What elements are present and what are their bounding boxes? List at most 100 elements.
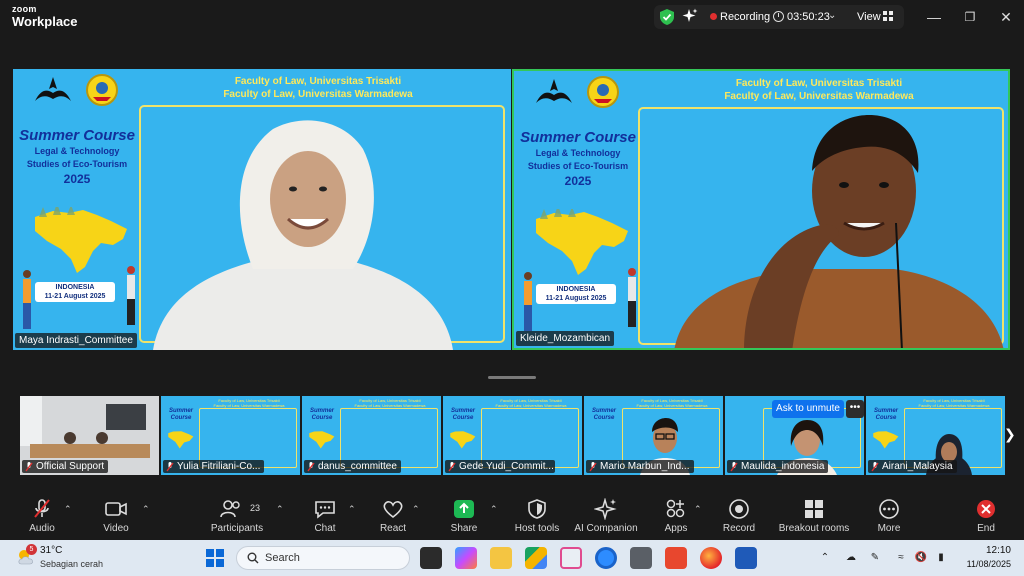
view-button[interactable]: View: [857, 11, 881, 23]
filmstrip-next-arrow-icon[interactable]: ❯: [1004, 426, 1016, 443]
mic-muted-icon: [730, 462, 738, 472]
taskbar-clock-date[interactable]: 11/08/2025: [955, 559, 1011, 569]
dancer-figure-right-icon: [628, 268, 636, 327]
video-tile-maya[interactable]: Faculty of Law, Universitas Trisakti Fac…: [13, 69, 511, 350]
react-options-chevron-icon[interactable]: ⌃: [412, 504, 420, 515]
apps-options-chevron-icon[interactable]: ⌃: [694, 504, 702, 515]
recording-label[interactable]: Recording: [720, 11, 770, 23]
apps-icon: [666, 499, 685, 518]
bali-map-icon: [309, 431, 335, 449]
close-icon[interactable]: ✕: [998, 9, 1014, 25]
participants-options-chevron-icon[interactable]: ⌃: [276, 504, 284, 515]
word-icon[interactable]: [735, 547, 757, 569]
chevron-down-icon[interactable]: ⌄: [828, 10, 836, 21]
filmstrip-tile-yulia[interactable]: Faculty of Law, Universitas Trisakti Facu…: [161, 396, 300, 475]
toolbar-label: Audio: [29, 523, 55, 534]
filmstrip-tile-airani[interactable]: Faculty of Law, Universitas Trisakti Facu…: [866, 396, 1005, 475]
stage-resize-handle[interactable]: [488, 376, 536, 379]
toolbar-label: More: [877, 523, 901, 534]
security-shield-icon[interactable]: [660, 9, 674, 25]
participants-count: 23: [250, 503, 261, 513]
toolbar-label: Apps: [664, 523, 688, 534]
taskbar-clock-time[interactable]: 12:10: [975, 545, 1011, 556]
participant-name-tag: danus_committee: [304, 460, 401, 473]
recording-dot-icon: [710, 13, 717, 20]
mini-course-title: Summer Course: [591, 408, 616, 421]
zoom-logo: zoom Workplace: [12, 5, 78, 29]
weather-temperature[interactable]: 31°C: [40, 545, 62, 556]
bali-map-icon: [35, 207, 127, 273]
zoom-window: zoom Workplace Recording 03:50:23 ⌄ View…: [0, 0, 1024, 576]
battery-icon[interactable]: ▮: [934, 551, 948, 565]
windows-start-icon[interactable]: [205, 548, 225, 568]
mini-banner-frame: [199, 408, 297, 468]
participant-name-tag: Airani_Malaysia: [868, 460, 957, 473]
filmstrip-tile-mario[interactable]: Faculty of Law, Universitas Trisakti Facu…: [584, 396, 723, 475]
apps-button[interactable]: Apps: [656, 490, 696, 540]
warmadewa-logo-icon: [587, 76, 619, 108]
chat-button[interactable]: Chat: [304, 490, 346, 540]
firefox-icon[interactable]: [700, 547, 722, 569]
trisakti-logo-icon: [35, 77, 71, 101]
video-button[interactable]: Video: [94, 490, 138, 540]
chat-icon: [315, 501, 335, 519]
chat-options-chevron-icon[interactable]: ⌃: [348, 504, 356, 515]
clock-icon: [773, 11, 784, 22]
filmstrip-tile-danus[interactable]: Faculty of Law, Universitas Trisakti Facu…: [302, 396, 441, 475]
more-button[interactable]: More: [868, 490, 910, 540]
tray-overflow-chevron-icon[interactable]: ⌃: [818, 551, 832, 565]
restore-icon[interactable]: ❐: [962, 9, 978, 25]
mini-faculty-heading: Faculty of Law, Universitas Trisakti Facu…: [354, 398, 426, 408]
host-tools-button[interactable]: Host tools: [508, 490, 566, 540]
video-tile-kleide-active-speaker[interactable]: Faculty of Law, Universitas Trisakti Fac…: [512, 69, 1010, 350]
participant-name-tag: Official Support: [22, 460, 109, 473]
search-placeholder: Search: [265, 552, 300, 564]
mic-muted-icon: [448, 462, 456, 472]
title-bar: zoom Workplace Recording 03:50:23 ⌄ View…: [0, 0, 1024, 36]
toolbar-label: AI Companion: [574, 523, 638, 534]
share-options-chevron-icon[interactable]: ⌃: [490, 504, 498, 515]
tile-more-options-button[interactable]: •••: [846, 400, 864, 418]
brand-bottom: Workplace: [12, 14, 78, 29]
video-options-chevron-icon[interactable]: ⌃: [142, 504, 150, 515]
toolbar-label: Video: [103, 523, 129, 534]
course-subtitle-1: Legal & Technology: [535, 148, 621, 158]
ask-to-unmute-button[interactable]: Ask to unmute: [772, 400, 844, 418]
participant-name-tag: Kleide_Mozambican: [516, 331, 615, 346]
ai-sparkle-icon[interactable]: [682, 8, 698, 24]
zoom-app-icon[interactable]: [595, 547, 617, 569]
end-button[interactable]: End: [966, 490, 1006, 540]
camera-app-icon[interactable]: [630, 547, 652, 569]
share-button[interactable]: Share: [444, 490, 484, 540]
view-grid-icon[interactable]: [883, 11, 893, 21]
toolbar-label: Record: [722, 523, 756, 534]
record-button[interactable]: Record: [718, 490, 760, 540]
file-explorer-icon[interactable]: [490, 547, 512, 569]
pen-tray-icon[interactable]: ✎: [868, 551, 882, 565]
participant-name-tag: Yulia Fitriliani-Co...: [163, 460, 265, 473]
onedrive-cloud-icon[interactable]: ☁: [844, 551, 858, 565]
ai-companion-button[interactable]: AI Companion: [572, 490, 640, 540]
google-drive-icon[interactable]: [525, 547, 547, 569]
taskbar-search-input[interactable]: Search: [236, 546, 410, 570]
mini-faculty-heading: Faculty of Law, Universitas Trisakti Facu…: [918, 398, 990, 408]
minimize-icon[interactable]: —: [926, 9, 942, 25]
participants-button[interactable]: Participants: [206, 490, 268, 540]
snipping-tool-icon[interactable]: [560, 547, 582, 569]
filmstrip-tile-gede-yudi[interactable]: Faculty of Law, Universitas Trisakti Facu…: [443, 396, 582, 475]
copilot-icon[interactable]: [455, 547, 477, 569]
course-title: Summer Course: [19, 127, 135, 144]
acrobat-icon[interactable]: [665, 547, 687, 569]
weather-condition[interactable]: Sebagian cerah: [40, 559, 103, 569]
filmstrip-tile-official-support[interactable]: Official Support: [20, 396, 159, 475]
speaker-muted-icon[interactable]: 🔇: [914, 551, 928, 565]
breakout-rooms-button[interactable]: Breakout rooms: [776, 490, 852, 540]
audio-button[interactable]: Audio: [20, 490, 64, 540]
react-button[interactable]: React: [372, 490, 414, 540]
audio-options-chevron-icon[interactable]: ⌃: [64, 504, 72, 515]
mini-course-title: Summer Course: [450, 408, 475, 421]
wifi-icon[interactable]: ≈: [894, 551, 908, 565]
task-view-icon[interactable]: [420, 547, 442, 569]
dancer-figure-left-icon: [23, 270, 31, 329]
weather-notification-badge: 5: [26, 544, 37, 555]
